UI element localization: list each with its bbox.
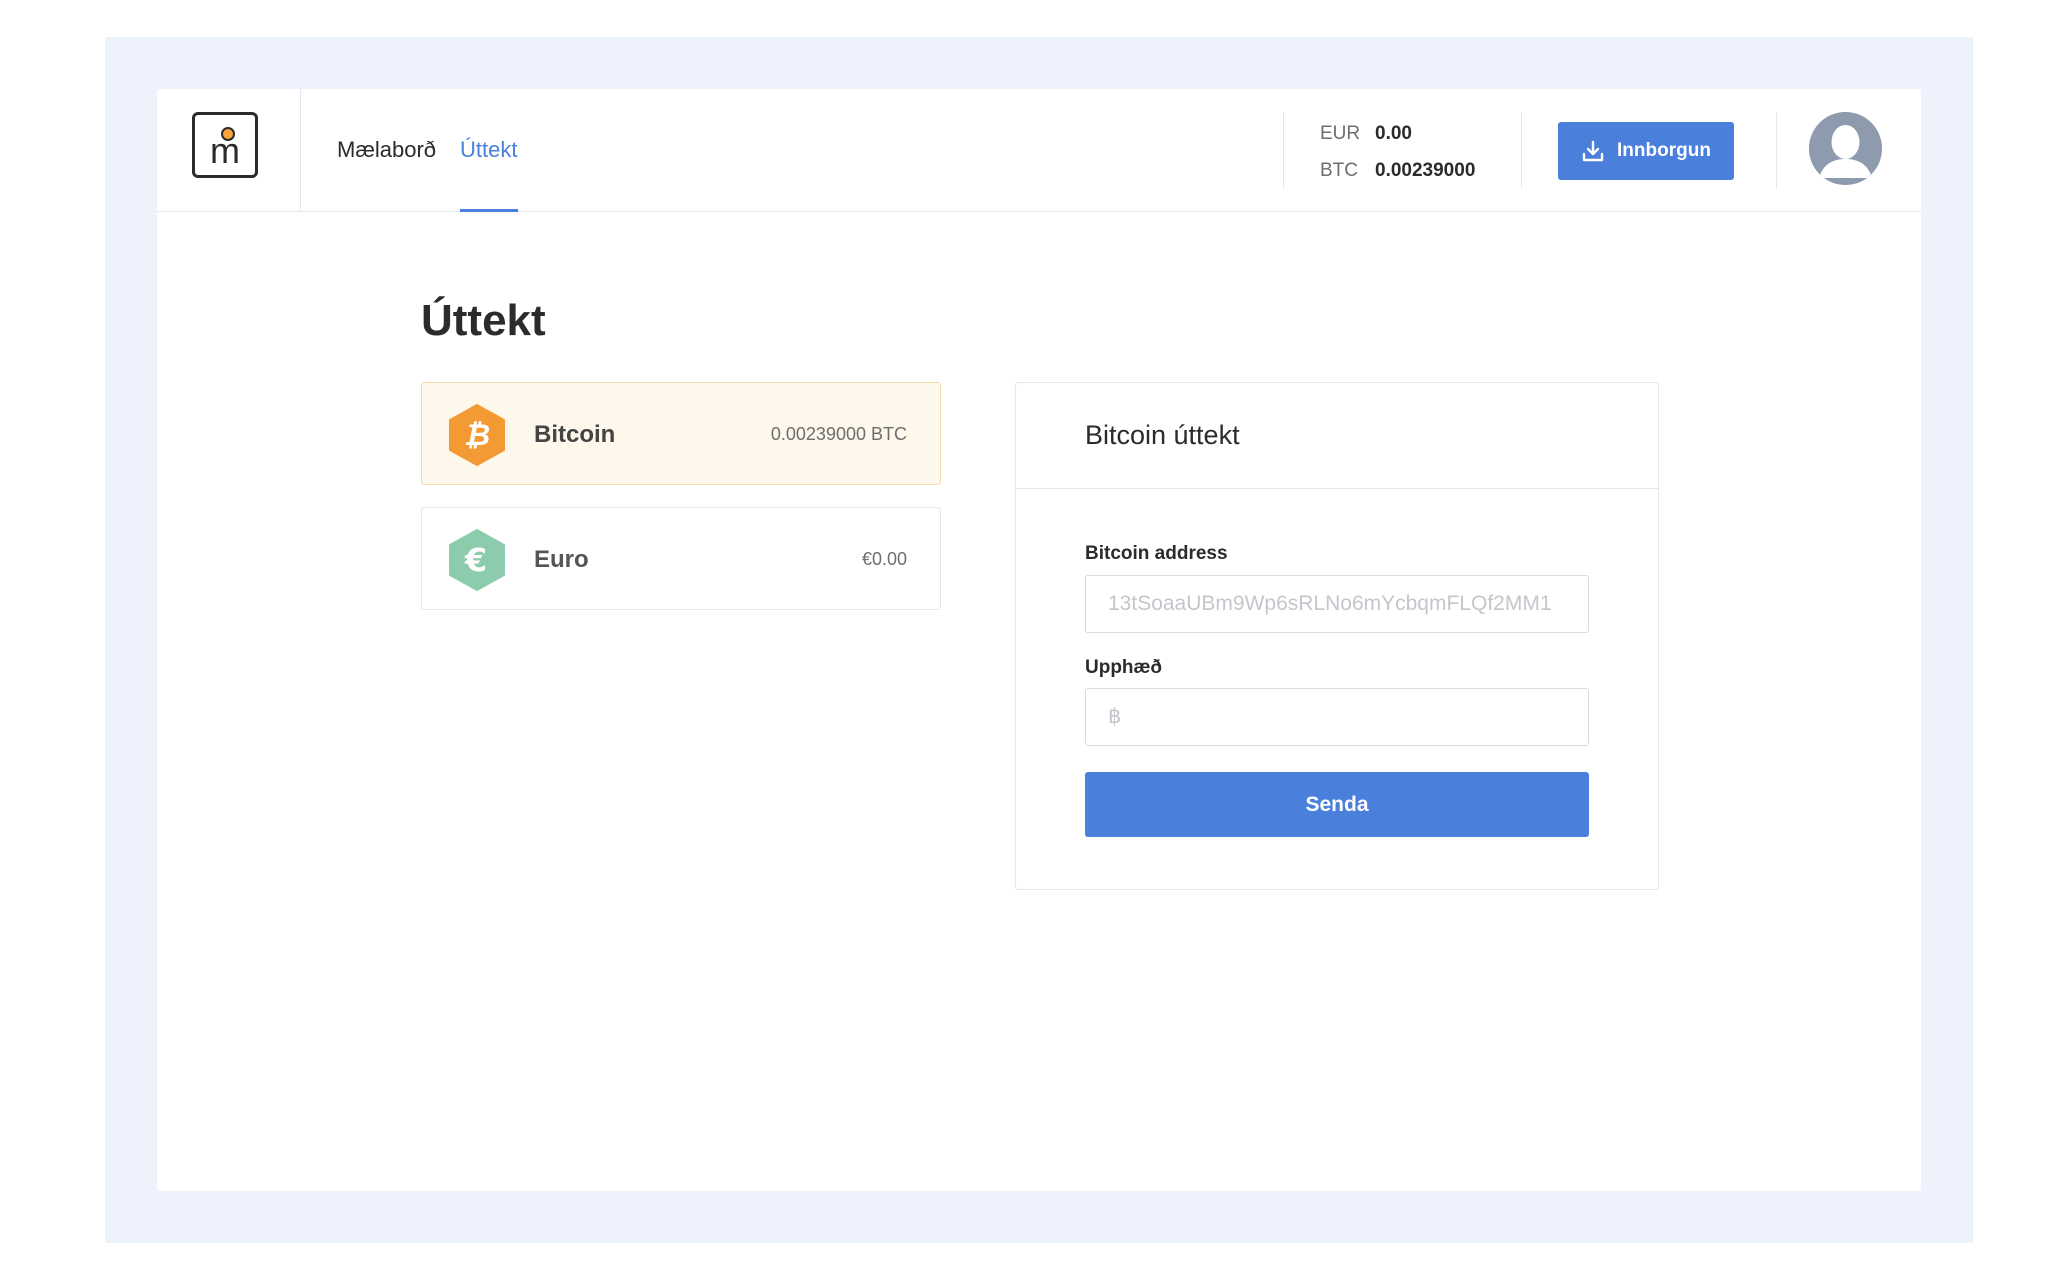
panel-header: Bitcoin úttekt [1016, 383, 1658, 489]
send-button[interactable]: Senda [1085, 772, 1589, 837]
logo-cell: m [157, 89, 301, 211]
deposit-button[interactable]: Innborgun [1558, 122, 1734, 180]
wallet-card-euro[interactable]: € Euro €0.00 [421, 507, 941, 610]
withdraw-panel: Bitcoin úttekt Bitcoin address Upphæð Se… [1015, 382, 1659, 890]
wallet-card-bitcoin[interactable]: ₿ Bitcoin 0.00239000 BTC [421, 382, 941, 485]
panel-title: Bitcoin úttekt [1085, 420, 1240, 450]
wallet-name: Euro [534, 546, 589, 573]
top-header: m Mælaborð Úttekt EUR 0.00 BTC 0.0023900… [157, 89, 1921, 212]
svg-text:€: € [464, 541, 487, 579]
balance-summary: EUR 0.00 BTC 0.00239000 [1320, 115, 1520, 189]
logo-letter: m [210, 130, 240, 171]
main-nav: Mælaborð Úttekt [337, 89, 542, 212]
bitcoin-address-input[interactable] [1085, 575, 1589, 633]
header-divider [1283, 112, 1284, 188]
euro-icon: € [449, 529, 505, 591]
address-label: Bitcoin address [1085, 543, 1228, 564]
user-avatar[interactable] [1809, 112, 1882, 185]
balance-value: 0.00 [1375, 122, 1412, 144]
page-title: Úttekt [421, 296, 546, 345]
balance-currency: BTC [1320, 159, 1358, 181]
wallet-name: Bitcoin [534, 421, 616, 448]
nav-item-dashboard[interactable]: Mælaborð [337, 89, 436, 211]
user-silhouette-icon [1809, 112, 1882, 185]
deposit-button-label: Innborgun [1617, 140, 1711, 161]
amount-label: Upphæð [1085, 657, 1163, 678]
amount-input[interactable] [1085, 688, 1589, 746]
nav-item-withdraw[interactable]: Úttekt [460, 89, 518, 212]
balance-currency: EUR [1320, 122, 1361, 144]
app-window: m Mælaborð Úttekt EUR 0.00 BTC 0.0023900… [157, 89, 1921, 1191]
balance-row-eur: EUR 0.00 [1320, 115, 1520, 152]
wallet-balance: €0.00 [861, 549, 907, 569]
bitcoin-icon: ₿ [449, 404, 505, 466]
logo-icon[interactable]: m [192, 112, 258, 178]
download-icon [1582, 140, 1604, 162]
header-divider [1521, 112, 1522, 188]
svg-text:₿: ₿ [464, 418, 490, 453]
balance-value: 0.00239000 [1375, 159, 1476, 181]
balance-row-btc: BTC 0.00239000 [1320, 152, 1520, 189]
wallet-balance: 0.00239000 BTC [770, 424, 907, 444]
header-divider [1776, 112, 1777, 188]
